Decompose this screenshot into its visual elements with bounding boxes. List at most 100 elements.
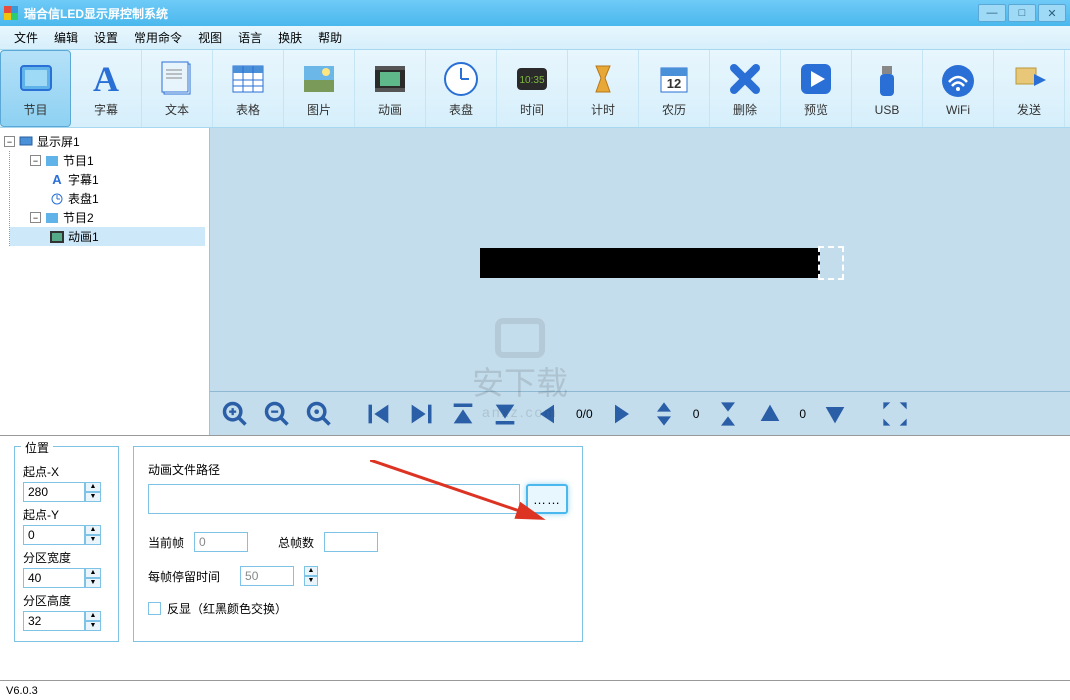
zoom-in-button[interactable] — [218, 399, 252, 429]
screen-icon — [19, 135, 33, 149]
tree-label: 节目1 — [63, 152, 94, 169]
toolbar-label: 计时 — [591, 101, 615, 118]
first-frame-button[interactable] — [362, 399, 396, 429]
collapse-v-button[interactable] — [711, 399, 745, 429]
text-icon — [157, 59, 197, 99]
stay-input[interactable] — [240, 566, 294, 586]
toolbar-timer-button[interactable]: 计时 — [568, 50, 639, 127]
w-label: 分区宽度 — [23, 549, 110, 566]
cur-frame-input[interactable] — [194, 532, 248, 552]
h-input[interactable] — [23, 611, 85, 631]
toolbar-label: 时间 — [520, 101, 544, 118]
spin-up[interactable]: ▲ — [85, 611, 101, 621]
toolbar-program-button[interactable]: 节目 — [0, 50, 71, 127]
collapse-icon[interactable]: − — [4, 136, 15, 147]
spin-up[interactable]: ▲ — [304, 566, 318, 576]
up-button[interactable] — [753, 399, 787, 429]
tree-root[interactable]: − 显示屏1 — [4, 132, 205, 151]
spin-down[interactable]: ▼ — [85, 492, 101, 502]
toolbar-calendar-button[interactable]: 12农历 — [639, 50, 710, 127]
toolbar-animation-button[interactable]: 动画 — [355, 50, 426, 127]
clock-icon — [441, 59, 481, 99]
watermark: 安下载 anxz.com — [440, 318, 600, 420]
collapse-icon[interactable]: − — [30, 155, 41, 166]
subtitle-icon: A — [50, 173, 64, 187]
timer-icon — [583, 59, 623, 99]
minimize-button[interactable]: — — [978, 4, 1006, 22]
spin-up[interactable]: ▲ — [85, 568, 101, 578]
menu-skin[interactable]: 换肤 — [270, 27, 310, 48]
expand-v-button[interactable] — [647, 399, 681, 429]
path-input[interactable] — [148, 484, 520, 514]
fullscreen-button[interactable] — [878, 399, 912, 429]
invert-checkbox[interactable] — [148, 602, 161, 615]
spin-up[interactable]: ▲ — [85, 525, 101, 535]
tree-label: 节目2 — [63, 209, 94, 226]
tree-animation1[interactable]: 动画1 — [10, 227, 205, 246]
menu-language[interactable]: 语言 — [230, 27, 270, 48]
maximize-button[interactable]: □ — [1008, 4, 1036, 22]
tree-program1[interactable]: − 节目1 — [10, 151, 205, 170]
program-icon — [45, 154, 59, 168]
selection-rect[interactable] — [818, 246, 844, 280]
toolbar-subtitle-button[interactable]: A 字幕 — [71, 50, 142, 127]
menu-file[interactable]: 文件 — [6, 27, 46, 48]
toolbar-label: 字幕 — [94, 101, 118, 118]
menu-view[interactable]: 视图 — [190, 27, 230, 48]
menu-commands[interactable]: 常用命令 — [126, 27, 190, 48]
tree-subtitle1[interactable]: A 字幕1 — [10, 170, 205, 189]
spin-down[interactable]: ▼ — [85, 621, 101, 631]
toolbar-table-button[interactable]: 表格 — [213, 50, 284, 127]
toolbar-preview-button[interactable]: 预览 — [781, 50, 852, 127]
usb-icon — [867, 61, 907, 101]
toolbar-clock-button[interactable]: 表盘 — [426, 50, 497, 127]
spin-down[interactable]: ▼ — [304, 576, 318, 586]
menu-settings[interactable]: 设置 — [86, 27, 126, 48]
close-button[interactable]: ✕ — [1038, 4, 1066, 22]
animation-icon — [50, 230, 64, 244]
x-input[interactable] — [23, 482, 85, 502]
toolbar-label: 预览 — [804, 101, 828, 118]
tree-program2[interactable]: − 节目2 — [10, 208, 205, 227]
toolbar-image-button[interactable]: 图片 — [284, 50, 355, 127]
animation-icon — [370, 59, 410, 99]
toolbar-usb-button[interactable]: USB — [852, 50, 923, 127]
toolbar-text-button[interactable]: 文本 — [142, 50, 213, 127]
time-icon: 10:35 — [512, 59, 552, 99]
toolbar-delete-button[interactable]: 删除 — [710, 50, 781, 127]
browse-button[interactable]: …… — [526, 484, 568, 514]
tree-clock1[interactable]: 表盘1 — [10, 189, 205, 208]
zoom-fit-button[interactable] — [302, 399, 336, 429]
animation-group: 动画文件路径 …… 当前帧 总帧数 每帧停留时间 ▲▼ 反显（红黑颜色交换） — [133, 446, 583, 642]
program-icon — [45, 211, 59, 225]
total-frame-input[interactable] — [324, 532, 378, 552]
menu-help[interactable]: 帮助 — [310, 27, 350, 48]
toolbar-wifi-button[interactable]: WiFi — [923, 50, 994, 127]
spin-down[interactable]: ▼ — [85, 578, 101, 588]
toolbar-label: 节目 — [23, 101, 47, 118]
last-frame-button[interactable] — [404, 399, 438, 429]
preview-region — [480, 248, 820, 278]
menu-edit[interactable]: 编辑 — [46, 27, 86, 48]
spin-down[interactable]: ▼ — [85, 535, 101, 545]
next-button[interactable] — [605, 399, 639, 429]
toolbar-label: USB — [875, 103, 900, 117]
toolbar-label: 删除 — [733, 101, 757, 118]
toolbar-label: 图片 — [307, 101, 331, 118]
collapse-icon[interactable]: − — [30, 212, 41, 223]
zoom-out-button[interactable] — [260, 399, 294, 429]
spin-up[interactable]: ▲ — [85, 482, 101, 492]
tree-label: 表盘1 — [68, 190, 99, 207]
subtitle-icon: A — [86, 59, 126, 99]
toolbar-send-button[interactable]: 发送 — [994, 50, 1065, 127]
toolbar-time-button[interactable]: 10:35 时间 — [497, 50, 568, 127]
tree-label: 显示屏1 — [37, 133, 80, 150]
version-label: V6.0.3 — [6, 685, 38, 697]
tree-label: 动画1 — [68, 228, 99, 245]
image-icon — [299, 59, 339, 99]
invert-label: 反显（红黑颜色交换） — [167, 600, 287, 617]
w-input[interactable] — [23, 568, 85, 588]
y-input[interactable] — [23, 525, 85, 545]
preview-canvas[interactable]: 安下载 anxz.com — [210, 128, 1070, 391]
down-button[interactable] — [818, 399, 852, 429]
